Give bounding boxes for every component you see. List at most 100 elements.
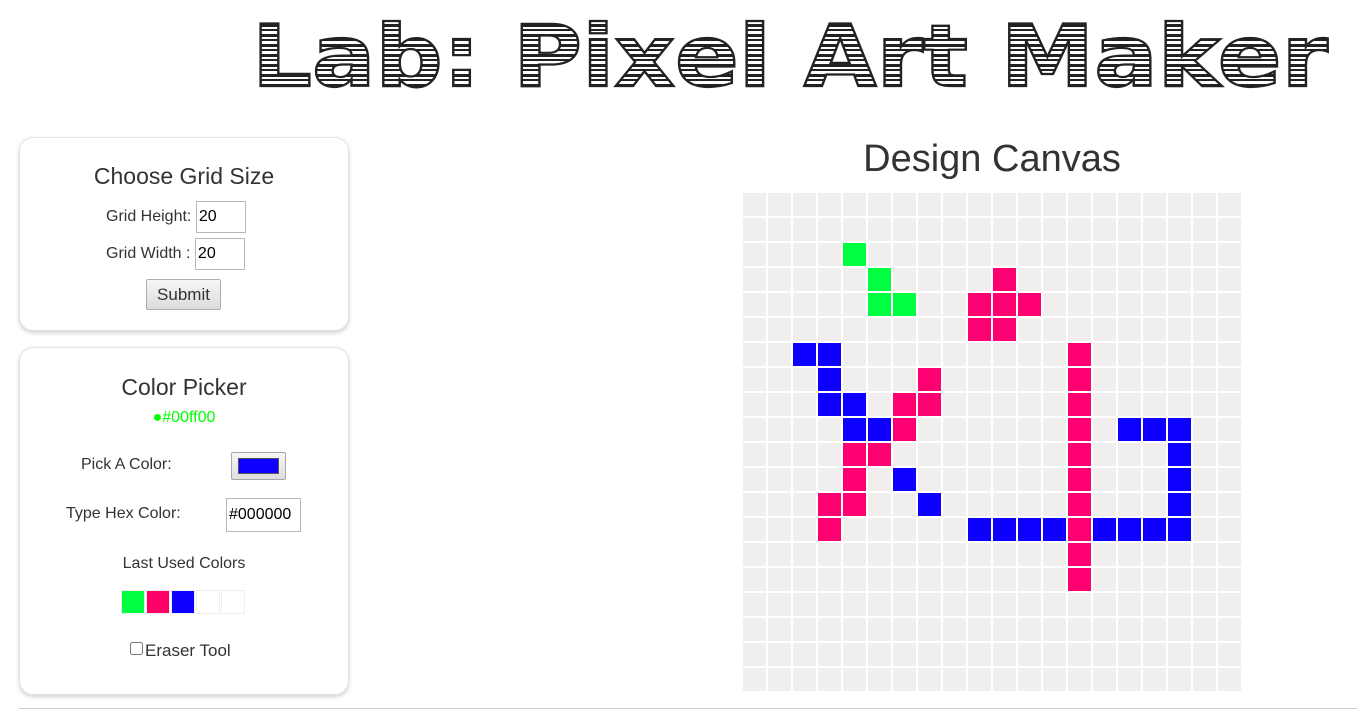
canvas-cell[interactable] xyxy=(817,517,842,542)
canvas-cell[interactable] xyxy=(767,317,792,342)
canvas-cell[interactable] xyxy=(792,542,817,567)
canvas-cell[interactable] xyxy=(1167,267,1192,292)
design-canvas[interactable] xyxy=(742,192,1242,692)
canvas-cell[interactable] xyxy=(1217,267,1242,292)
canvas-cell[interactable] xyxy=(867,542,892,567)
canvas-cell[interactable] xyxy=(1067,192,1092,217)
canvas-cell[interactable] xyxy=(1092,242,1117,267)
canvas-cell[interactable] xyxy=(867,342,892,367)
canvas-cell[interactable] xyxy=(792,367,817,392)
canvas-cell[interactable] xyxy=(1067,592,1092,617)
canvas-cell[interactable] xyxy=(1142,267,1167,292)
canvas-cell[interactable] xyxy=(1042,392,1067,417)
canvas-cell[interactable] xyxy=(967,517,992,542)
canvas-cell[interactable] xyxy=(767,467,792,492)
canvas-cell[interactable] xyxy=(1017,667,1042,692)
canvas-cell[interactable] xyxy=(917,567,942,592)
canvas-cell[interactable] xyxy=(942,417,967,442)
canvas-cell[interactable] xyxy=(992,642,1017,667)
canvas-cell[interactable] xyxy=(767,542,792,567)
canvas-cell[interactable] xyxy=(1092,492,1117,517)
canvas-cell[interactable] xyxy=(892,542,917,567)
canvas-cell[interactable] xyxy=(867,667,892,692)
canvas-cell[interactable] xyxy=(1067,392,1092,417)
canvas-cell[interactable] xyxy=(1142,217,1167,242)
canvas-cell[interactable] xyxy=(1067,267,1092,292)
canvas-cell[interactable] xyxy=(992,592,1017,617)
canvas-cell[interactable] xyxy=(1017,567,1042,592)
canvas-cell[interactable] xyxy=(1092,442,1117,467)
canvas-cell[interactable] xyxy=(967,442,992,467)
canvas-cell[interactable] xyxy=(1217,567,1242,592)
canvas-cell[interactable] xyxy=(942,542,967,567)
canvas-cell[interactable] xyxy=(1167,442,1192,467)
canvas-cell[interactable] xyxy=(1217,442,1242,467)
canvas-cell[interactable] xyxy=(1217,367,1242,392)
canvas-cell[interactable] xyxy=(1067,492,1092,517)
canvas-cell[interactable] xyxy=(1067,667,1092,692)
canvas-cell[interactable] xyxy=(917,267,942,292)
canvas-cell[interactable] xyxy=(867,592,892,617)
canvas-cell[interactable] xyxy=(1192,217,1217,242)
canvas-cell[interactable] xyxy=(1117,667,1142,692)
canvas-cell[interactable] xyxy=(1192,592,1217,617)
canvas-cell[interactable] xyxy=(967,317,992,342)
canvas-cell[interactable] xyxy=(742,342,767,367)
canvas-cell[interactable] xyxy=(842,392,867,417)
canvas-cell[interactable] xyxy=(1192,467,1217,492)
submit-button[interactable]: Submit xyxy=(146,279,221,310)
canvas-cell[interactable] xyxy=(742,642,767,667)
canvas-cell[interactable] xyxy=(1217,417,1242,442)
canvas-cell[interactable] xyxy=(1092,642,1117,667)
canvas-cell[interactable] xyxy=(1017,417,1042,442)
canvas-cell[interactable] xyxy=(842,492,867,517)
canvas-cell[interactable] xyxy=(842,292,867,317)
canvas-cell[interactable] xyxy=(1117,567,1142,592)
canvas-cell[interactable] xyxy=(792,317,817,342)
canvas-cell[interactable] xyxy=(917,417,942,442)
canvas-cell[interactable] xyxy=(867,292,892,317)
canvas-cell[interactable] xyxy=(792,342,817,367)
canvas-cell[interactable] xyxy=(942,267,967,292)
canvas-cell[interactable] xyxy=(1017,217,1042,242)
canvas-cell[interactable] xyxy=(767,492,792,517)
canvas-cell[interactable] xyxy=(842,517,867,542)
canvas-cell[interactable] xyxy=(842,342,867,367)
canvas-cell[interactable] xyxy=(892,242,917,267)
canvas-cell[interactable] xyxy=(1142,292,1167,317)
canvas-cell[interactable] xyxy=(1192,342,1217,367)
canvas-cell[interactable] xyxy=(917,217,942,242)
canvas-cell[interactable] xyxy=(867,242,892,267)
canvas-cell[interactable] xyxy=(892,467,917,492)
canvas-cell[interactable] xyxy=(942,292,967,317)
canvas-cell[interactable] xyxy=(792,492,817,517)
canvas-cell[interactable] xyxy=(1192,317,1217,342)
canvas-cell[interactable] xyxy=(992,417,1017,442)
eraser-checkbox[interactable] xyxy=(130,642,143,655)
canvas-cell[interactable] xyxy=(967,492,992,517)
canvas-cell[interactable] xyxy=(1092,542,1117,567)
canvas-cell[interactable] xyxy=(917,592,942,617)
canvas-cell[interactable] xyxy=(1067,292,1092,317)
canvas-cell[interactable] xyxy=(867,217,892,242)
canvas-cell[interactable] xyxy=(842,542,867,567)
canvas-cell[interactable] xyxy=(917,392,942,417)
canvas-cell[interactable] xyxy=(842,592,867,617)
canvas-cell[interactable] xyxy=(1217,317,1242,342)
canvas-cell[interactable] xyxy=(742,442,767,467)
canvas-cell[interactable] xyxy=(1092,317,1117,342)
canvas-cell[interactable] xyxy=(867,392,892,417)
canvas-cell[interactable] xyxy=(742,617,767,642)
canvas-cell[interactable] xyxy=(1067,617,1092,642)
canvas-cell[interactable] xyxy=(967,217,992,242)
canvas-cell[interactable] xyxy=(1017,642,1042,667)
canvas-cell[interactable] xyxy=(942,192,967,217)
recent-color-swatch[interactable] xyxy=(121,590,145,614)
canvas-cell[interactable] xyxy=(792,292,817,317)
canvas-cell[interactable] xyxy=(1117,217,1142,242)
canvas-cell[interactable] xyxy=(792,242,817,267)
canvas-cell[interactable] xyxy=(892,592,917,617)
canvas-cell[interactable] xyxy=(892,267,917,292)
canvas-cell[interactable] xyxy=(817,267,842,292)
canvas-cell[interactable] xyxy=(992,492,1017,517)
